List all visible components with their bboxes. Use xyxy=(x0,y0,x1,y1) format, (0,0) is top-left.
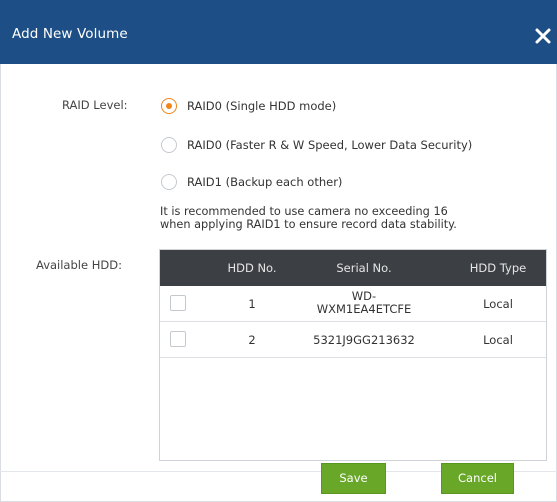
table-row[interactable]: 1 WD- WXM1EA4ETCFE Local xyxy=(160,286,546,322)
row-checkbox[interactable] xyxy=(170,295,186,311)
hdd-table-header: HDD No. Serial No. HDD Type xyxy=(160,250,546,286)
table-row[interactable]: 2 5321J9GG213632 Local xyxy=(160,322,546,358)
close-icon[interactable] xyxy=(533,26,553,46)
hdd-type-cell: Local xyxy=(483,297,513,311)
hdd-table: HDD No. Serial No. HDD Type 1 WD- WXM1EA… xyxy=(159,249,547,461)
serial-line: WD- xyxy=(351,289,377,303)
hdd-type-cell: Local xyxy=(483,333,513,347)
raid-option-raid1-backup[interactable]: RAID1 (Backup each other) xyxy=(161,172,342,192)
raid-option-label: RAID1 (Backup each other) xyxy=(187,175,343,189)
column-header-hdd-no: HDD No. xyxy=(227,261,277,275)
raid-option-label: RAID0 (Faster R & W Speed, Lower Data Se… xyxy=(187,138,473,152)
note-line: It is recommended to use camera no excee… xyxy=(160,205,448,218)
column-header-serial-no: Serial No. xyxy=(336,261,392,275)
serial-no-cell: WD- WXM1EA4ETCFE xyxy=(294,290,434,316)
column-header-hdd-type: HDD Type xyxy=(469,261,527,275)
hdd-no-cell: 2 xyxy=(248,333,256,347)
serial-no-cell: 5321J9GG213632 xyxy=(313,333,415,347)
radio-button[interactable] xyxy=(161,137,177,153)
save-button[interactable]: Save xyxy=(321,463,386,494)
dialog-titlebar: Add New Volume xyxy=(0,0,557,64)
raid-recommendation-note: It is recommended to use camera no excee… xyxy=(160,205,557,231)
radio-button-checked[interactable] xyxy=(161,98,177,114)
radio-button[interactable] xyxy=(161,174,177,190)
raid-option-raid0-faster[interactable]: RAID0 (Faster R & W Speed, Lower Data Se… xyxy=(161,135,472,155)
dialog-title: Add New Volume xyxy=(12,26,128,42)
serial-line: WXM1EA4ETCFE xyxy=(316,302,412,316)
row-checkbox[interactable] xyxy=(170,331,186,347)
hdd-no-cell: 1 xyxy=(248,297,256,311)
note-line: when applying RAID1 to ensure record dat… xyxy=(160,218,457,231)
raid-option-raid0-single[interactable]: RAID0 (Single HDD mode) xyxy=(161,96,336,116)
available-hdd-label: Available HDD: xyxy=(36,258,122,272)
raid-option-label: RAID0 (Single HDD mode) xyxy=(187,99,337,113)
cancel-button[interactable]: Cancel xyxy=(441,463,514,494)
add-new-volume-dialog: Add New Volume RAID Level: RAID0 (Single… xyxy=(0,0,557,502)
raid-level-label: RAID Level: xyxy=(62,98,128,112)
